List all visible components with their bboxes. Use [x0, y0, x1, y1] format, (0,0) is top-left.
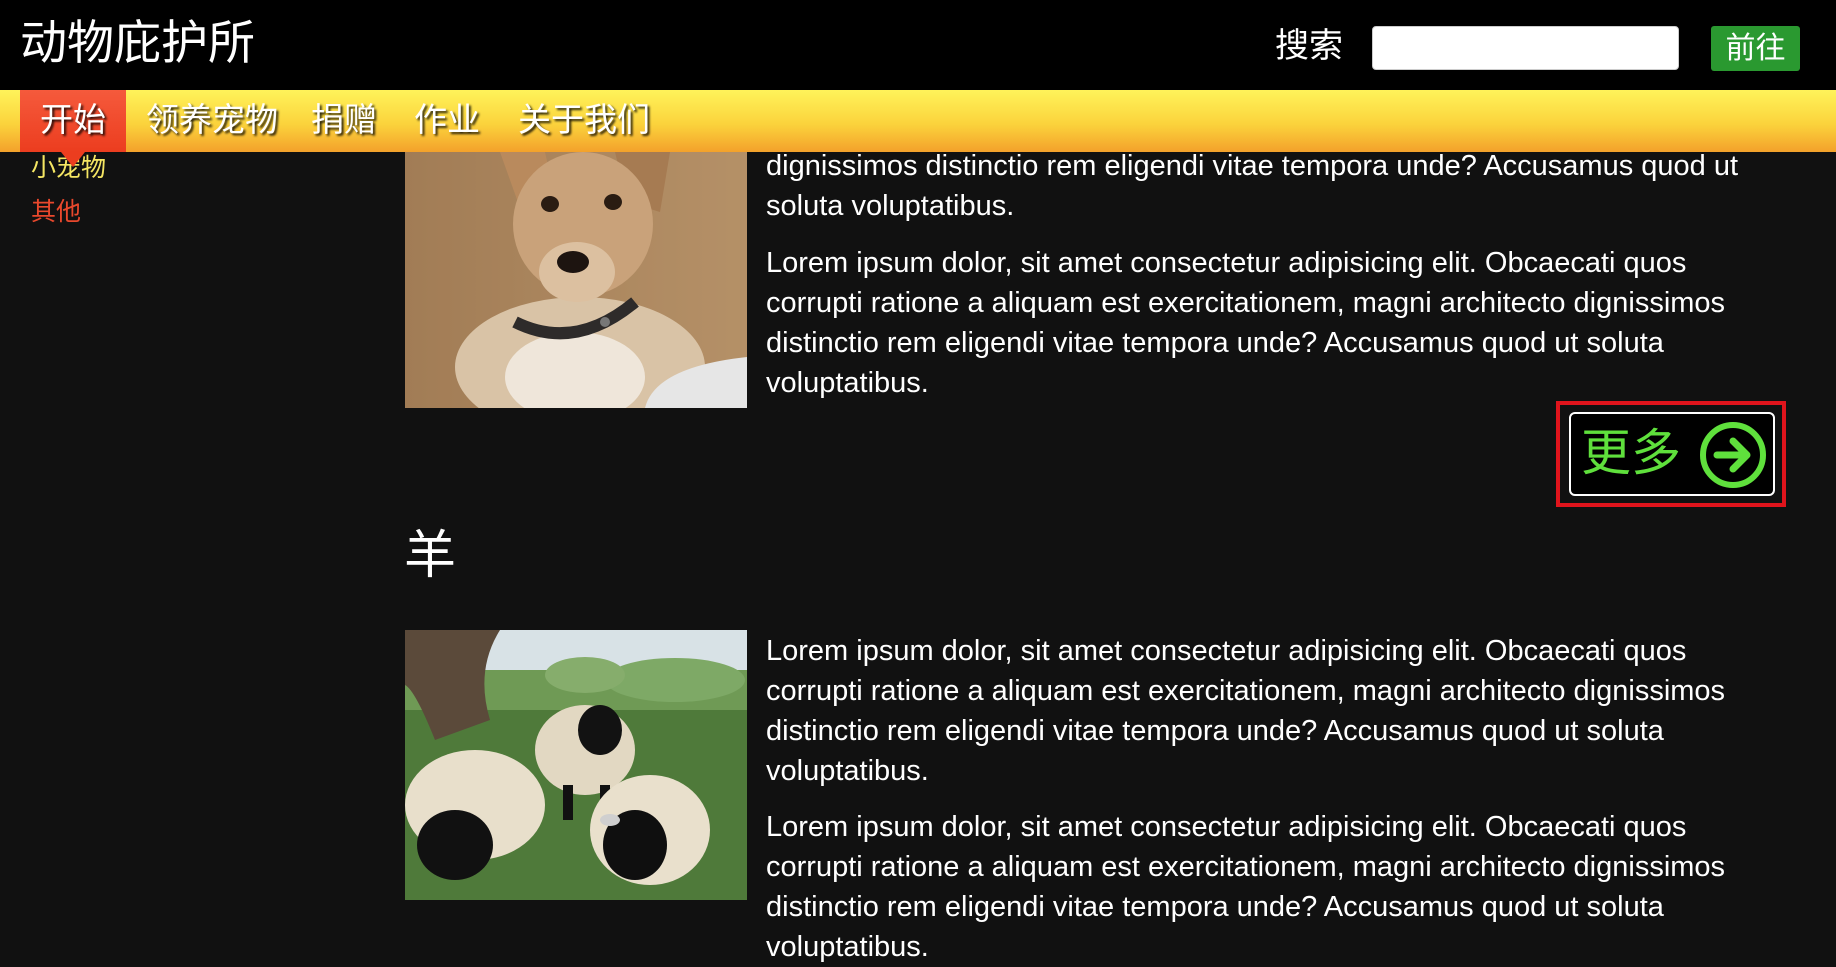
site-header: 动物庇护所 搜索 前往	[0, 0, 1836, 90]
site-title[interactable]: 动物庇护所	[20, 18, 255, 70]
nav-item-start[interactable]: 开始	[20, 90, 126, 152]
arrow-right-circle-icon	[1699, 421, 1767, 489]
section-heading-sheep: 羊	[404, 526, 457, 586]
sheep-paragraph-2: Lorem ipsum dolor, sit amet consectetur …	[766, 811, 1726, 963]
dog-paragraph-1: dignissimos distinctio rem eligendi vita…	[766, 150, 1739, 222]
sheep-image	[405, 630, 747, 900]
nav-item-about[interactable]: 关于我们	[518, 101, 650, 138]
dog-image	[405, 152, 747, 408]
search-label: 搜索	[1275, 26, 1343, 66]
nav-item-tasks[interactable]: 作业	[414, 101, 480, 138]
search-input[interactable]	[1372, 26, 1679, 70]
go-button[interactable]: 前往	[1711, 26, 1800, 71]
dog-paragraph-2: Lorem ipsum dolor, sit amet consectetur …	[766, 247, 1726, 399]
more-label: 更多	[1581, 424, 1681, 482]
main-nav: 开始 领养宠物 捐赠 作业 关于我们	[0, 90, 1836, 152]
sidebar-item-other[interactable]: 其他	[31, 198, 81, 226]
active-nav-pointer	[61, 152, 85, 167]
nav-item-donate[interactable]: 捐赠	[311, 101, 377, 138]
nav-item-adopt[interactable]: 领养宠物	[146, 101, 278, 138]
more-button[interactable]: 更多	[1569, 412, 1775, 496]
sheep-paragraph-1: Lorem ipsum dolor, sit amet consectetur …	[766, 635, 1726, 787]
